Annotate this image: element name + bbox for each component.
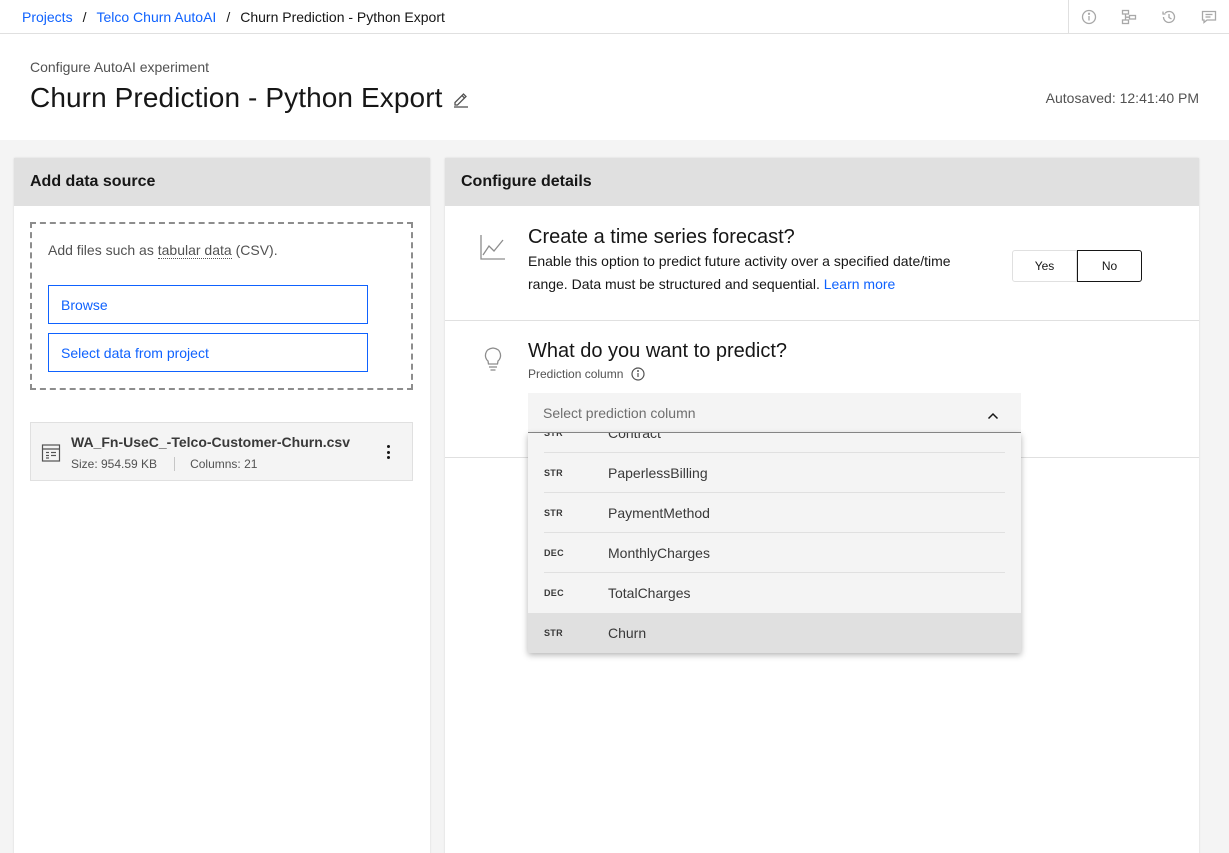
option-name: PaperlessBilling: [608, 465, 708, 481]
option-name: TotalCharges: [608, 585, 691, 601]
comment-icon[interactable]: [1189, 0, 1229, 33]
page-title: Churn Prediction - Python Export: [30, 82, 443, 113]
select-placeholder: Select prediction column: [543, 404, 696, 421]
option-name: PaymentMethod: [608, 505, 710, 521]
no-option[interactable]: No: [1077, 250, 1142, 282]
toolbar-icons: [1068, 0, 1229, 33]
page-header: Configure AutoAI experiment Churn Predic…: [0, 34, 1229, 140]
prediction-title: What do you want to predict?: [528, 340, 788, 362]
menu-option[interactable]: DEC MonthlyCharges: [528, 533, 1021, 573]
option-type: DEC: [544, 548, 564, 558]
configure-heading: Configure details: [445, 158, 1199, 206]
data-file-card[interactable]: WA_Fn-UseC_-Telco-Customer-Churn.csv Siz…: [30, 422, 413, 481]
option-name: Churn: [608, 625, 647, 641]
breadcrumb-separator: /: [226, 8, 231, 25]
drop-hint-prefix: Add files such as: [48, 242, 158, 258]
file-size: Size: 954.59 KB: [71, 457, 158, 471]
option-type: DEC: [544, 588, 564, 598]
browse-button[interactable]: Browse: [48, 285, 368, 324]
autosave-status: Autosaved: 12:41:40 PM: [1045, 90, 1199, 106]
learn-more-link[interactable]: Learn more: [824, 276, 896, 292]
prediction-column-select[interactable]: Select prediction column: [528, 393, 1021, 433]
file-drop-zone[interactable]: Add files such as tabular data (CSV). Br…: [30, 222, 413, 390]
menu-option[interactable]: DEC TotalCharges: [528, 573, 1021, 613]
breadcrumb: Projects / Telco Churn AutoAI / Churn Pr…: [0, 9, 445, 25]
edit-title-icon[interactable]: [452, 90, 470, 108]
time-series-toggle: Yes No: [1012, 250, 1142, 282]
page-subtitle: Configure AutoAI experiment: [30, 59, 209, 75]
breadcrumb-separator: /: [82, 8, 87, 25]
file-meta: Size: 954.59 KB Columns: 21: [71, 457, 257, 471]
line-chart-icon: [478, 232, 508, 262]
data-source-panel: Add data source Add files such as tabula…: [14, 158, 430, 853]
flow-icon[interactable]: [1109, 0, 1149, 33]
prediction-column-label: Prediction column: [528, 367, 645, 381]
history-icon[interactable]: [1149, 0, 1189, 33]
menu-option[interactable]: STR PaymentMethod: [528, 493, 1021, 533]
file-name: WA_Fn-UseC_-Telco-Customer-Churn.csv: [71, 434, 351, 450]
option-type: STR: [544, 468, 563, 478]
table-file-icon: [41, 443, 61, 463]
option-name: MonthlyCharges: [608, 545, 710, 561]
prediction-column-label-text: Prediction column: [528, 367, 624, 381]
breadcrumb-project[interactable]: Telco Churn AutoAI: [96, 9, 216, 25]
breadcrumb-current: Churn Prediction - Python Export: [240, 8, 445, 25]
option-name: Contract: [608, 433, 661, 441]
data-source-heading: Add data source: [14, 158, 430, 206]
overflow-menu-icon[interactable]: [386, 445, 390, 459]
drop-hint-suffix: (CSV).: [231, 242, 278, 258]
option-type: STR: [544, 628, 563, 638]
yes-option[interactable]: Yes: [1012, 250, 1077, 282]
info-icon[interactable]: [631, 367, 645, 381]
tabular-data-tooltip[interactable]: tabular data: [157, 242, 232, 259]
breadcrumb-projects[interactable]: Projects: [22, 9, 73, 25]
drop-hint: Add files such as tabular data (CSV).: [48, 242, 278, 259]
time-series-description: Enable this option to predict future act…: [528, 250, 988, 296]
file-columns: Columns: 21: [190, 457, 258, 471]
menu-option[interactable]: STR PaperlessBilling: [528, 453, 1021, 493]
time-series-section: Create a time series forecast? Enable th…: [445, 206, 1199, 321]
meta-divider: [174, 457, 176, 471]
chevron-up-icon: [987, 408, 999, 420]
lightbulb-icon: [478, 343, 508, 373]
top-bar: Projects / Telco Churn AutoAI / Churn Pr…: [0, 0, 1229, 34]
menu-option-highlighted[interactable]: STR Churn: [528, 613, 1021, 653]
prediction-column-menu: STR Contract STR PaperlessBilling STR Pa…: [528, 433, 1021, 653]
info-icon[interactable]: [1069, 0, 1109, 33]
select-from-project-button[interactable]: Select data from project: [48, 333, 368, 372]
menu-option[interactable]: STR Contract: [528, 433, 1021, 453]
option-type: STR: [544, 433, 563, 438]
time-series-title: Create a time series forecast?: [528, 226, 795, 248]
option-type: STR: [544, 508, 563, 518]
